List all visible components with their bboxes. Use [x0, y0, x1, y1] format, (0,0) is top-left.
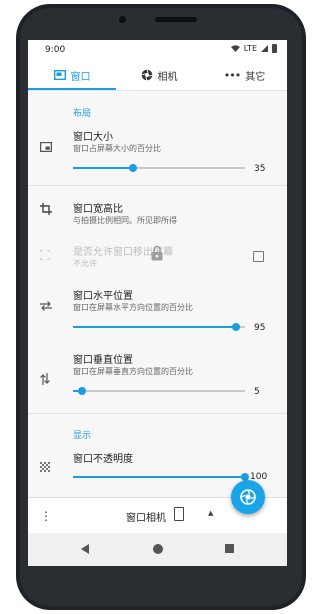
settings-list[interactable]: 布局 窗口大小 窗口占屏幕大小的百分比 35 窗口宽高比 与拍摄比例相同。所见即… [28, 91, 287, 497]
status-time: 9:00 [45, 45, 66, 55]
vertical-position-title: 窗口垂直位置 [73, 355, 133, 366]
setting-allow-move-out[interactable]: 是否允许窗口移出屏幕 不允许 [28, 243, 287, 273]
horizontal-position-title: 窗口水平位置 [73, 291, 133, 302]
signal-icon [261, 45, 268, 52]
status-bar: 9:00 LTE [28, 40, 287, 60]
setting-aspect-ratio[interactable]: 窗口宽高比 与拍摄比例相同。所见即所得 [28, 200, 287, 234]
front-camera [119, 16, 126, 23]
opacity-title: 窗口不透明度 [73, 454, 133, 465]
vertical-position-subtitle: 窗口在屏幕垂直方向位置的百分比 [73, 367, 193, 376]
vertical-position-slider[interactable] [73, 385, 245, 397]
aperture-icon [141, 69, 152, 81]
tab-window-label: 窗口 [70, 71, 91, 83]
tab-window[interactable]: 窗口 [28, 60, 116, 90]
slider-thumb[interactable] [232, 323, 241, 331]
aspect-ratio-subtitle: 与拍摄比例相同。所见即所得 [73, 216, 177, 225]
horizontal-position-slider[interactable] [73, 321, 245, 333]
swap-horizontal-icon [40, 301, 52, 311]
wifi-icon [230, 45, 240, 52]
picture-in-picture-icon [40, 142, 52, 152]
opacity-grid-icon [40, 462, 50, 472]
document-icon[interactable] [174, 507, 184, 521]
slider-fill [73, 326, 237, 328]
tab-camera-label: 相机 [157, 71, 178, 83]
setting-window-size: 窗口大小 窗口占屏幕大小的百分比 35 [28, 128, 287, 183]
tab-camera[interactable]: 相机 [116, 60, 202, 90]
window-icon [53, 70, 66, 80]
section-header-layout: 布局 [73, 109, 92, 119]
tab-other[interactable]: ••• 其它 [202, 60, 287, 90]
fullscreen-icon [40, 250, 50, 260]
window-size-subtitle: 窗口占屏幕大小的百分比 [73, 144, 161, 153]
capture-fab-button[interactable] [231, 480, 265, 514]
aperture-icon [240, 489, 256, 505]
more-horizontal-icon: ••• [223, 68, 241, 82]
slider-fill [73, 476, 245, 478]
slider-fill [73, 167, 134, 169]
lock-icon [151, 245, 163, 261]
horizontal-position-subtitle: 窗口在屏幕水平方向位置的百分比 [73, 303, 193, 312]
opacity-slider[interactable] [73, 471, 249, 483]
divider [28, 413, 287, 414]
allow-move-out-subtitle: 不允许 [73, 259, 97, 268]
nav-back-icon[interactable] [81, 544, 89, 554]
network-type-label: LTE [243, 44, 257, 53]
divider [28, 185, 287, 186]
window-size-title: 窗口大小 [73, 132, 113, 143]
app-screen: 9:00 LTE 窗口 相机 ••• 其它 布局 窗口大小 窗口占屏幕大小的百分… [28, 40, 287, 566]
slider-thumb[interactable] [129, 164, 138, 172]
aspect-ratio-title: 窗口宽高比 [73, 204, 123, 215]
system-nav-bar [28, 533, 287, 566]
window-size-slider[interactable] [73, 162, 245, 174]
allow-move-out-checkbox[interactable] [253, 251, 264, 262]
active-tab-indicator [28, 88, 116, 90]
section-header-display: 显示 [73, 431, 92, 441]
tab-bar: 窗口 相机 ••• 其它 [28, 60, 287, 91]
slider-thumb[interactable] [77, 387, 86, 395]
nav-home-icon[interactable] [153, 544, 163, 554]
vertical-position-value: 5 [254, 387, 260, 397]
caret-up-icon[interactable]: ▲ [208, 509, 213, 517]
setting-vertical-position: 窗口垂直位置 窗口在屏幕垂直方向位置的百分比 5 [28, 351, 287, 406]
status-icons: LTE [230, 44, 277, 53]
tab-other-label: 其它 [245, 71, 266, 83]
nav-recents-icon[interactable] [225, 544, 234, 553]
horizontal-position-value: 95 [254, 323, 266, 333]
bottom-bar-title: 窗口相机 [126, 513, 166, 524]
overflow-menu-icon[interactable]: ⋮ [40, 509, 52, 523]
slider-track [73, 390, 245, 392]
crop-icon [40, 203, 52, 215]
earpiece-speaker [155, 17, 197, 22]
swap-vertical-icon [40, 373, 50, 385]
battery-icon [272, 44, 277, 53]
window-size-value: 35 [254, 164, 266, 174]
setting-horizontal-position: 窗口水平位置 窗口在屏幕水平方向位置的百分比 95 [28, 287, 287, 342]
